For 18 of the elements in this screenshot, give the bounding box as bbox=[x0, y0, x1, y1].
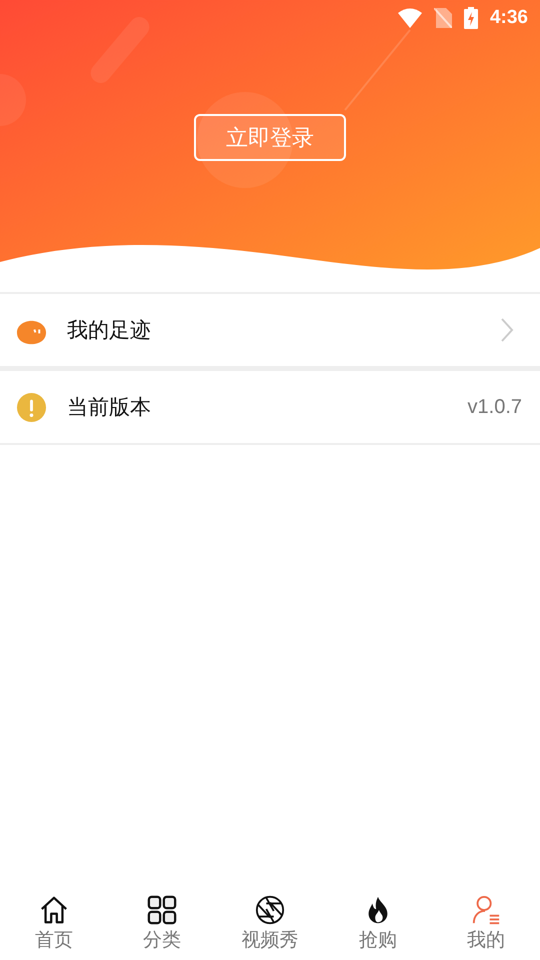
login-button[interactable]: 立即登录 bbox=[194, 114, 346, 161]
battery-charging-icon bbox=[464, 7, 478, 29]
user-icon bbox=[471, 895, 501, 925]
clock-time: 4:36 bbox=[490, 7, 528, 29]
nav-tab[interactable]: 首页 bbox=[0, 885, 108, 960]
grid-icon bbox=[147, 895, 177, 925]
nav-tab[interactable]: 我的 bbox=[432, 885, 540, 960]
nav-tab[interactable]: 分类 bbox=[108, 885, 216, 960]
exclamation-icon bbox=[16, 392, 47, 422]
aperture-icon bbox=[255, 895, 285, 925]
version-number: v1.0.7 bbox=[468, 396, 522, 418]
wifi-icon bbox=[398, 8, 422, 28]
no-sim-icon bbox=[434, 8, 452, 28]
menu-label[interactable]: 我的足迹 bbox=[67, 316, 500, 344]
menu-label[interactable]: 当前版本 bbox=[67, 393, 468, 421]
home-icon bbox=[39, 895, 69, 925]
nav-tab[interactable]: 视频秀 bbox=[216, 885, 324, 960]
nav-tab[interactable]: 抢购 bbox=[324, 885, 432, 960]
